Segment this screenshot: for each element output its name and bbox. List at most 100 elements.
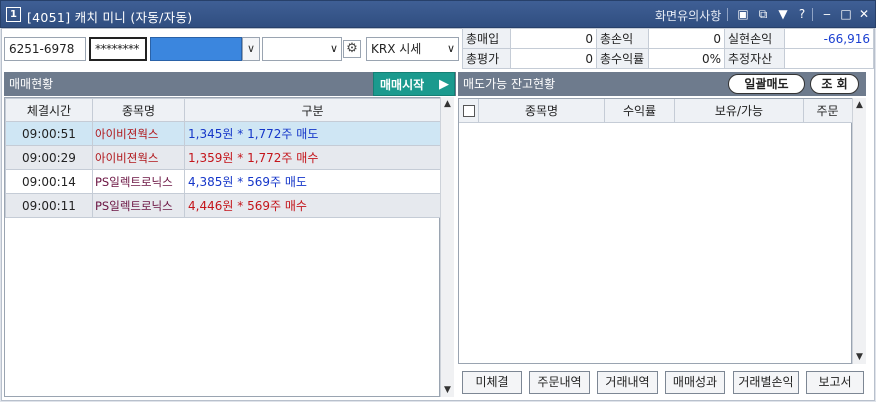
trade-list: 체결시간 종목명 구분 09:00:51 아이비젼웍스 1,345원 * 1,7… <box>4 97 441 397</box>
start-trading-label: 매매시작 <box>380 78 425 92</box>
unfilled-orders-button[interactable]: 미체결 <box>462 371 522 394</box>
report-button[interactable]: 보고서 <box>806 371 864 394</box>
restore-icon[interactable]: ▣ <box>735 6 751 22</box>
section-title: 매매현황 <box>9 77 54 91</box>
chevron-down-icon: ∨ <box>446 42 455 55</box>
summary-value: 0 <box>510 48 597 69</box>
trade-separator: * <box>237 175 244 189</box>
column-header[interactable]: 종목명 <box>479 99 605 123</box>
title-separator <box>812 8 813 21</box>
gear-icon[interactable]: ⚙ <box>343 40 361 58</box>
stock-name: PS일렉트로닉스 <box>92 169 185 194</box>
help-icon[interactable]: ? <box>794 6 810 22</box>
trade-price: 4,385원 <box>188 175 234 189</box>
table-row[interactable]: 09:00:14 PS일렉트로닉스 4,385원 * 569주 매도 <box>5 169 441 194</box>
summary-label: 총평가 <box>462 48 511 69</box>
trade-time: 09:00:14 <box>5 169 93 194</box>
realized-pnl-value: -66,916 <box>784 28 874 49</box>
trade-price: 4,446원 <box>188 199 234 213</box>
chevron-down-icon[interactable]: ∨ <box>242 37 260 61</box>
column-header[interactable]: 보유/가능 <box>675 99 804 123</box>
maximize-icon[interactable]: □ <box>838 6 854 22</box>
title-separator <box>727 8 728 21</box>
account-number-field[interactable]: 6251-6978 <box>4 37 86 61</box>
scroll-down-icon[interactable]: ▼ <box>853 350 866 364</box>
order-history-button[interactable]: 주문내역 <box>529 371 590 394</box>
table-row[interactable]: 09:00:11 PS일렉트로닉스 4,446원 * 569주 매수 <box>5 193 441 218</box>
stock-name: 아이비젼웍스 <box>92 145 185 170</box>
trade-separator: * <box>237 151 244 165</box>
table-row[interactable]: 09:00:29 아이비젼웍스 1,359원 * 1,772주 매수 <box>5 145 441 170</box>
trade-side: 매도 <box>296 127 319 141</box>
column-header[interactable]: 주문 <box>804 99 851 123</box>
summary-label: 총수익률 <box>596 48 649 69</box>
column-header[interactable]: 종목명 <box>92 98 185 122</box>
trade-qty: 1,772주 <box>247 151 293 165</box>
scroll-up-icon[interactable]: ▲ <box>853 98 866 112</box>
trading-performance-button[interactable]: 매매성과 <box>665 371 725 394</box>
market-select[interactable]: KRX 시세 ∨ <box>366 37 459 61</box>
account-name-select[interactable] <box>150 37 242 61</box>
trade-price: 1,345원 <box>188 127 234 141</box>
scroll-down-icon[interactable]: ▼ <box>441 383 454 397</box>
summary-label: 총매입 <box>462 28 511 49</box>
summary-value: 0 <box>510 28 597 49</box>
trade-detail: 1,345원 * 1,772주 매도 <box>184 121 441 146</box>
summary-label: 실현손익 <box>724 28 785 49</box>
summary-label: 총손익 <box>596 28 649 49</box>
select-all-cell[interactable] <box>459 99 479 123</box>
trade-table: 체결시간 종목명 구분 09:00:51 아이비젼웍스 1,345원 * 1,7… <box>5 98 441 218</box>
sell-all-button[interactable]: 일괄매도 <box>728 74 805 94</box>
balance-header-row: 종목명 수익률 보유/가능 주문 <box>459 99 853 123</box>
password-field[interactable]: ******** <box>89 37 147 61</box>
column-header[interactable]: 체결시간 <box>5 98 93 122</box>
minimize-icon[interactable]: ‒ <box>819 6 835 22</box>
trade-qty: 569주 <box>247 199 282 213</box>
summary-label: 추정자산 <box>724 48 785 69</box>
trade-separator: * <box>237 127 244 141</box>
trade-detail: 4,446원 * 569주 매수 <box>184 193 441 218</box>
trade-side: 매수 <box>284 199 307 213</box>
screen-notice-link[interactable]: 화면유의사항 <box>655 7 721 24</box>
window-number-badge: 1 <box>6 7 21 22</box>
scroll-up-icon[interactable]: ▲ <box>441 97 454 111</box>
window-icon[interactable]: ⧉ <box>755 6 771 22</box>
balance-list-scrollbar[interactable]: ▲ ▼ <box>852 98 866 364</box>
pin-icon[interactable]: ▼ <box>775 6 791 22</box>
select-all-checkbox[interactable] <box>463 105 475 117</box>
summary-value <box>784 48 874 69</box>
market-value: KRX 시세 <box>371 42 422 56</box>
trade-time: 09:00:51 <box>5 121 93 146</box>
strategy-select[interactable]: ∨ <box>262 37 342 61</box>
summary-value: 0 <box>648 28 725 49</box>
trade-side: 매수 <box>296 151 319 165</box>
trade-qty: 569주 <box>247 175 282 189</box>
window-title: [4051] 캐치 미니 (자동/자동) <box>27 10 193 25</box>
trade-time: 09:00:11 <box>5 193 93 218</box>
trade-history-button[interactable]: 거래내역 <box>597 371 658 394</box>
start-trading-button[interactable]: 매매시작 ▶ <box>373 72 455 96</box>
pnl-by-trade-button[interactable]: 거래별손익 <box>733 371 799 394</box>
trade-qty: 1,772주 <box>247 127 293 141</box>
column-header[interactable]: 수익률 <box>605 99 675 123</box>
balance-list: 종목명 수익률 보유/가능 주문 <box>458 98 853 364</box>
summary-value: 0% <box>648 48 725 69</box>
trade-separator: * <box>237 199 244 213</box>
play-icon: ▶ <box>439 77 449 92</box>
table-row[interactable]: 09:00:51 아이비젼웍스 1,345원 * 1,772주 매도 <box>5 121 441 146</box>
stock-name: PS일렉트로닉스 <box>92 193 185 218</box>
trade-price: 1,359원 <box>188 151 234 165</box>
trade-side: 매도 <box>284 175 307 189</box>
chevron-down-icon: ∨ <box>329 42 338 55</box>
stock-name: 아이비젼웍스 <box>92 121 185 146</box>
column-header[interactable]: 구분 <box>184 98 441 122</box>
trade-detail: 1,359원 * 1,772주 매수 <box>184 145 441 170</box>
trade-list-scrollbar[interactable]: ▲ ▼ <box>440 97 454 397</box>
query-button[interactable]: 조 회 <box>810 74 859 94</box>
section-title: 매도가능 잔고현황 <box>463 77 556 91</box>
account-summary-table: 총매입 0 총손익 0 실현손익 -66,916 총평가 0 총수익률 0% 추… <box>462 28 874 69</box>
title-bar: 1 [4051] 캐치 미니 (자동/자동) 화면유의사항 ▣ ⧉ ▼ ? ‒ … <box>0 0 876 28</box>
close-icon[interactable]: ✕ <box>856 6 872 22</box>
trade-time: 09:00:29 <box>5 145 93 170</box>
trade-detail: 4,385원 * 569주 매도 <box>184 169 441 194</box>
